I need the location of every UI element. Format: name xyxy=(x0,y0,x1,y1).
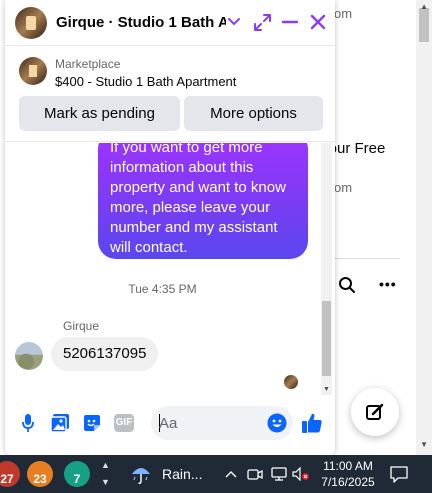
clock-date: 7/16/2025 xyxy=(321,475,375,489)
photo-icon[interactable] xyxy=(49,412,71,434)
new-message-button[interactable] xyxy=(351,388,399,436)
emoji-icon[interactable] xyxy=(267,413,287,438)
message-input-wrapper[interactable] xyxy=(151,406,293,440)
sender-name: Girque xyxy=(63,319,100,333)
chevron-up-icon[interactable] xyxy=(222,465,240,483)
network-icon[interactable] xyxy=(270,465,288,483)
volume-muted-icon[interactable] xyxy=(292,465,310,483)
close-icon[interactable] xyxy=(309,11,327,33)
message-input[interactable] xyxy=(159,412,259,434)
expand-icon[interactable] xyxy=(253,11,271,33)
message-list: If you want to get more information abou… xyxy=(5,143,335,395)
incoming-message[interactable]: 5206137095 xyxy=(51,337,159,371)
page-scrollbar-thumb[interactable] xyxy=(419,8,429,42)
badge-count: 7 xyxy=(73,472,81,486)
scroll-up-arrow-icon[interactable]: ▲ xyxy=(420,2,428,11)
system-clock[interactable]: 11:00 AM 7/16/2025 xyxy=(318,458,378,490)
gif-label: GIF xyxy=(113,414,135,432)
message-composer: GIF xyxy=(5,400,335,448)
search-icon[interactable] xyxy=(338,276,356,299)
message-scrollbar-thumb[interactable] xyxy=(322,301,331,376)
outgoing-message[interactable]: If you want to get more information abou… xyxy=(98,143,308,259)
background-snippet: om xyxy=(334,180,353,195)
chat-window: Girque · Studio 1 Bath Apartment Marketp… xyxy=(5,0,335,455)
chat-header[interactable]: Girque · Studio 1 Bath Apartment xyxy=(5,0,335,46)
clock-time: 11:00 AM xyxy=(323,459,373,473)
compose-icon xyxy=(366,403,384,420)
avatar[interactable] xyxy=(15,6,47,39)
listing-thumbnail[interactable] xyxy=(19,57,47,85)
read-receipt-avatar xyxy=(284,375,298,389)
taskbar: 27 23 7 ▲ ▼ Rain... 11:00 AM 7/16/2025 xyxy=(0,455,432,493)
avatar[interactable] xyxy=(15,342,43,370)
meet-now-icon[interactable] xyxy=(246,465,264,483)
like-icon[interactable] xyxy=(301,412,323,434)
umbrella-icon xyxy=(132,468,150,485)
mark-as-pending-button[interactable]: Mark as pending xyxy=(19,96,180,131)
page-scrollbar[interactable]: ▲ ▼ xyxy=(416,0,432,455)
scroll-down-arrow-icon[interactable]: ▼ xyxy=(420,440,428,449)
weather-widget[interactable]: Rain... xyxy=(130,463,202,485)
chat-title[interactable]: Girque · Studio 1 Bath Apartment xyxy=(56,14,226,31)
taskbar-app-badge[interactable]: 7 xyxy=(64,461,90,487)
notification-icon[interactable] xyxy=(389,464,409,484)
microphone-icon[interactable] xyxy=(17,412,39,434)
message-timestamp: Tue 4:35 PM xyxy=(128,282,197,296)
message-scrollbar[interactable]: ▼ xyxy=(321,143,332,395)
taskbar-chevrons-icon[interactable]: ▲ ▼ xyxy=(101,457,110,491)
background-snippet: om xyxy=(334,6,353,21)
badge-count: 27 xyxy=(0,472,14,486)
taskbar-app-badge[interactable]: 23 xyxy=(27,461,53,487)
more-icon[interactable]: ••• xyxy=(379,276,397,292)
chevron-down-icon[interactable] xyxy=(225,11,243,33)
header-actions xyxy=(225,11,327,33)
badge-count: 23 xyxy=(33,472,47,486)
sticker-icon[interactable] xyxy=(81,412,103,434)
taskbar-app-badge[interactable]: 27 xyxy=(0,461,20,487)
weather-label: Rain... xyxy=(162,466,203,482)
more-options-button[interactable]: More options xyxy=(184,96,323,131)
listing-type: Marketplace xyxy=(55,57,121,71)
scroll-down-arrow-icon[interactable]: ▼ xyxy=(323,386,330,393)
minimize-icon[interactable] xyxy=(281,11,299,33)
gif-icon[interactable]: GIF xyxy=(113,412,135,434)
listing-title[interactable]: $400 - Studio 1 Bath Apartment xyxy=(55,74,236,89)
marketplace-listing: Marketplace $400 - Studio 1 Bath Apartme… xyxy=(5,47,335,142)
